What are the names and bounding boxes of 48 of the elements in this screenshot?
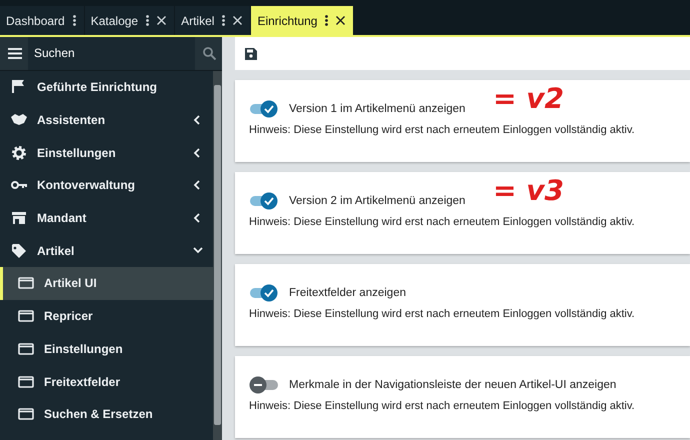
window-icon — [18, 408, 34, 420]
hint-text: Hinweis: Diese Einstellung wird erst nach erneutem Einloggen vollständig aktiv. — [249, 308, 636, 320]
flag-icon — [11, 79, 27, 96]
toggle-switch[interactable] — [249, 376, 279, 394]
nav-item[interactable]: Artikel UI — [0, 267, 213, 300]
window-icon — [18, 310, 34, 322]
tab[interactable]: Dashboard — [0, 6, 84, 35]
more-icon[interactable] — [146, 15, 150, 26]
nav-item[interactable]: Einstellungen — [0, 136, 213, 170]
hint-text: Hinweis: Diese Einstellung wird erst nach erneutem Einloggen vollständig aktiv. — [249, 124, 636, 136]
save-icon[interactable] — [245, 48, 257, 60]
nav-item[interactable]: Assistenten — [0, 104, 213, 136]
hint-text: Hinweis: Diese Einstellung wird erst nach erneutem Einloggen vollständig aktiv. — [249, 216, 636, 228]
toggle-switch[interactable] — [249, 284, 279, 302]
gear-icon — [11, 144, 27, 161]
search-field[interactable]: Suchen — [28, 37, 195, 70]
toggle-switch[interactable] — [249, 100, 279, 118]
tab[interactable]: Kataloge — [84, 6, 174, 35]
nav-item[interactable]: Geführte Einrichtung — [0, 71, 213, 104]
setting-label: Version 2 im Artikelmenü anzeigen — [289, 195, 466, 207]
scrollbar[interactable] — [213, 71, 222, 440]
more-icon[interactable] — [325, 15, 328, 26]
window-icon — [18, 342, 34, 355]
setting-label: Version 1 im Artikelmenü anzeigen — [289, 103, 466, 115]
tag-icon — [11, 242, 27, 259]
nav-item[interactable]: Freitextfelder — [0, 365, 213, 398]
nav-item[interactable]: Mandant — [0, 202, 213, 234]
nav-item[interactable]: Kontoverwaltung — [0, 169, 213, 202]
search-icon[interactable] — [203, 47, 216, 60]
nav-item[interactable]: Einstellungen — [0, 332, 213, 366]
handwritten-note: = v2 — [493, 82, 564, 115]
close-icon[interactable] — [336, 16, 346, 25]
store-icon — [11, 210, 27, 226]
window-icon — [18, 376, 34, 388]
menu-icon[interactable] — [8, 48, 22, 59]
hint-text: Hinweis: Diese Einstellung wird erst nach erneutem Einloggen vollständig aktiv. — [249, 400, 636, 412]
more-icon[interactable] — [72, 15, 76, 26]
handwritten-note: = v3 — [493, 174, 564, 207]
nav-item[interactable]: Artikel — [0, 234, 213, 268]
nav-item[interactable]: Suchen & Ersetzen — [0, 398, 213, 431]
setting-label: Merkmale in der Navigationsleiste der neuen Artikel-UI anzeigen — [289, 379, 616, 391]
nav-item[interactable]: Repricer — [0, 300, 213, 332]
more-icon[interactable] — [222, 15, 226, 26]
toggle-switch[interactable] — [249, 192, 279, 210]
window-icon — [18, 277, 34, 290]
tab[interactable]: Einrichtung — [251, 6, 354, 35]
tab[interactable]: Artikel — [175, 6, 250, 35]
setting-label: Freitextfelder anzeigen — [289, 287, 406, 299]
